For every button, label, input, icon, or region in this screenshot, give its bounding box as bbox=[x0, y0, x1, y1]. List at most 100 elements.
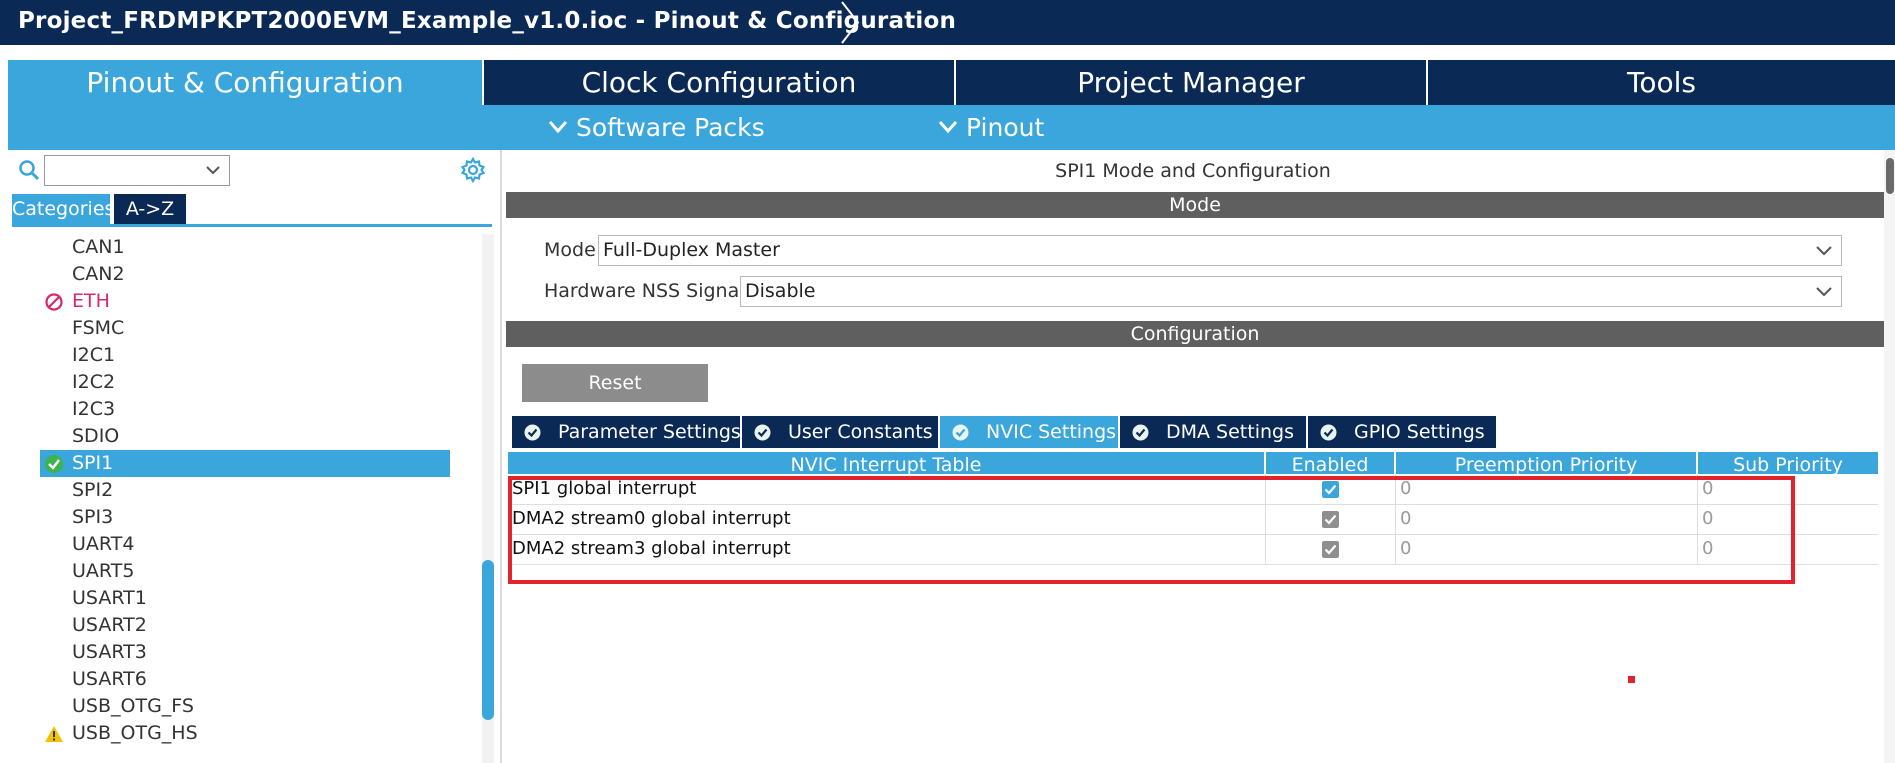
list-item-sdio[interactable]: SDIO bbox=[40, 423, 450, 450]
disabled-icon bbox=[45, 293, 63, 311]
tab-categories[interactable]: Categories bbox=[12, 194, 114, 224]
list-item-spi1[interactable]: SPI1 bbox=[40, 450, 450, 477]
item-label: UART4 bbox=[72, 533, 135, 555]
tab-label: NVIC Settings bbox=[986, 421, 1117, 443]
list-item-spi2[interactable]: SPI2 bbox=[40, 477, 450, 504]
tab-label: Clock Configuration bbox=[581, 66, 857, 99]
list-item-usb-otg-fs[interactable]: USB_OTG_FS bbox=[40, 693, 450, 720]
tab-label: Tools bbox=[1627, 66, 1696, 99]
item-label: SPI2 bbox=[72, 479, 114, 501]
software-packs-menu[interactable]: Software Packs bbox=[548, 105, 765, 150]
list-item-spi3[interactable]: SPI3 bbox=[40, 504, 450, 531]
tab-dma-settings[interactable]: DMA Settings bbox=[1120, 416, 1306, 448]
item-label: FSMC bbox=[72, 317, 125, 339]
menu-label: Software Packs bbox=[576, 113, 765, 142]
mode-value: Full-Duplex Master bbox=[603, 239, 780, 261]
chevron-down-icon bbox=[206, 166, 220, 175]
tab-project-manager[interactable]: Project Manager bbox=[956, 60, 1426, 105]
list-item-fsmc[interactable]: FSMC bbox=[40, 315, 450, 342]
list-item-can1[interactable]: CAN1 bbox=[40, 234, 450, 261]
item-label: SDIO bbox=[72, 425, 120, 447]
tab-user-constants[interactable]: User Constants bbox=[742, 416, 938, 448]
list-item-eth[interactable]: ETH bbox=[40, 288, 450, 315]
list-item-i2c3[interactable]: I2C3 bbox=[40, 396, 450, 423]
chevron-down-icon bbox=[548, 121, 568, 134]
search-icon[interactable] bbox=[18, 159, 40, 181]
sub-menu-bar: Software Packs Pinout bbox=[8, 105, 1895, 150]
list-item-i2c1[interactable]: I2C1 bbox=[40, 342, 450, 369]
check-circle-icon bbox=[754, 424, 771, 441]
tab-label: GPIO Settings bbox=[1354, 421, 1485, 443]
list-item-usart3[interactable]: USART3 bbox=[40, 639, 450, 666]
item-label: I2C3 bbox=[72, 398, 116, 420]
check-circle-icon bbox=[1132, 424, 1149, 441]
list-item-usart6[interactable]: USART6 bbox=[40, 666, 450, 693]
breadcrumb-arrow-icon bbox=[841, 1, 860, 44]
pinout-menu[interactable]: Pinout bbox=[938, 105, 1044, 150]
column-header-preemption: Preemption Priority bbox=[1396, 452, 1698, 474]
red-marker bbox=[1628, 676, 1635, 683]
gear-icon[interactable] bbox=[460, 157, 486, 183]
item-label: CAN2 bbox=[72, 263, 125, 285]
item-label: SPI3 bbox=[72, 506, 114, 528]
list-item-uart5[interactable]: UART5 bbox=[40, 558, 450, 585]
tab-tools[interactable]: Tools bbox=[1428, 60, 1895, 105]
nss-label: Hardware NSS Signal bbox=[544, 280, 745, 302]
item-label: USART3 bbox=[72, 641, 147, 663]
search-input[interactable] bbox=[44, 155, 230, 186]
list-item-i2c2[interactable]: I2C2 bbox=[40, 369, 450, 396]
column-header-interrupt: NVIC Interrupt Table bbox=[508, 452, 1266, 474]
tab-parameter-settings[interactable]: Parameter Settings bbox=[512, 416, 741, 448]
item-label: CAN1 bbox=[72, 236, 125, 258]
tab-label: DMA Settings bbox=[1166, 421, 1294, 443]
list-item-usart1[interactable]: USART1 bbox=[40, 585, 450, 612]
tab-clock-configuration[interactable]: Clock Configuration bbox=[484, 60, 954, 105]
mode-section-header: Mode bbox=[506, 192, 1884, 218]
tab-label: Categories bbox=[12, 198, 115, 220]
menu-label: Pinout bbox=[966, 113, 1045, 142]
reset-configuration-button[interactable]: Reset Configuration bbox=[522, 364, 708, 432]
configuration-panel: SPI1 Mode and Configuration Mode Mode Fu… bbox=[502, 150, 1884, 763]
list-item-can2[interactable]: CAN2 bbox=[40, 261, 450, 288]
warning-icon bbox=[45, 726, 63, 742]
column-header-enabled: Enabled bbox=[1266, 452, 1396, 474]
item-label: USART6 bbox=[72, 668, 147, 690]
panel-scrollbar-thumb[interactable] bbox=[1886, 158, 1894, 194]
check-circle-icon bbox=[952, 424, 969, 441]
list-item-usart2[interactable]: USART2 bbox=[40, 612, 450, 639]
item-label: UART5 bbox=[72, 560, 135, 582]
tab-underline bbox=[12, 224, 492, 227]
nss-select[interactable]: Disable bbox=[740, 276, 1842, 307]
tab-gpio-settings[interactable]: GPIO Settings bbox=[1308, 416, 1496, 448]
categories-panel: Categories A->Z CAN1 CAN2 ETH FSMC I2C1 … bbox=[8, 150, 502, 763]
mode-select[interactable]: Full-Duplex Master bbox=[598, 235, 1842, 266]
tab-pinout-configuration[interactable]: Pinout & Configuration bbox=[8, 60, 482, 105]
tab-label: A->Z bbox=[125, 198, 175, 220]
item-label: I2C1 bbox=[72, 344, 116, 366]
check-circle-icon bbox=[524, 424, 541, 441]
mode-label: Mode bbox=[544, 239, 596, 261]
item-label: USB_OTG_FS bbox=[72, 695, 194, 717]
check-circle-icon bbox=[1320, 424, 1337, 441]
main-tab-bar: Pinout & Configuration Clock Configurati… bbox=[8, 60, 1895, 105]
list-scrollbar-thumb[interactable] bbox=[482, 560, 494, 720]
title-bar: Project_FRDMPKPT2000EVM_Example_v1.0.ioc… bbox=[0, 0, 1895, 45]
item-label: USART1 bbox=[72, 587, 147, 609]
tab-label: Parameter Settings bbox=[558, 421, 741, 443]
peripheral-list: CAN1 CAN2 ETH FSMC I2C1 I2C2 I2C3 SDIO S… bbox=[40, 234, 450, 747]
list-item-usb-otg-hs[interactable]: USB_OTG_HS bbox=[40, 720, 450, 747]
tab-label: Project Manager bbox=[1077, 66, 1305, 99]
check-circle-icon bbox=[45, 455, 63, 473]
column-header-sub-priority: Sub Priority bbox=[1733, 454, 1843, 474]
chevron-down-icon bbox=[938, 121, 958, 134]
chevron-down-icon bbox=[1816, 246, 1832, 256]
tab-a-z[interactable]: A->Z bbox=[114, 194, 186, 224]
list-item-uart4[interactable]: UART4 bbox=[40, 531, 450, 558]
item-label: USART2 bbox=[72, 614, 147, 636]
panel-scrollbar[interactable] bbox=[1884, 150, 1895, 763]
tab-nvic-settings[interactable]: NVIC Settings bbox=[940, 416, 1118, 448]
item-label: SPI1 bbox=[72, 452, 114, 474]
configuration-section-header: Configuration bbox=[506, 321, 1884, 347]
tab-label: User Constants bbox=[788, 421, 933, 443]
panel-title: SPI1 Mode and Configuration bbox=[1055, 160, 1331, 182]
